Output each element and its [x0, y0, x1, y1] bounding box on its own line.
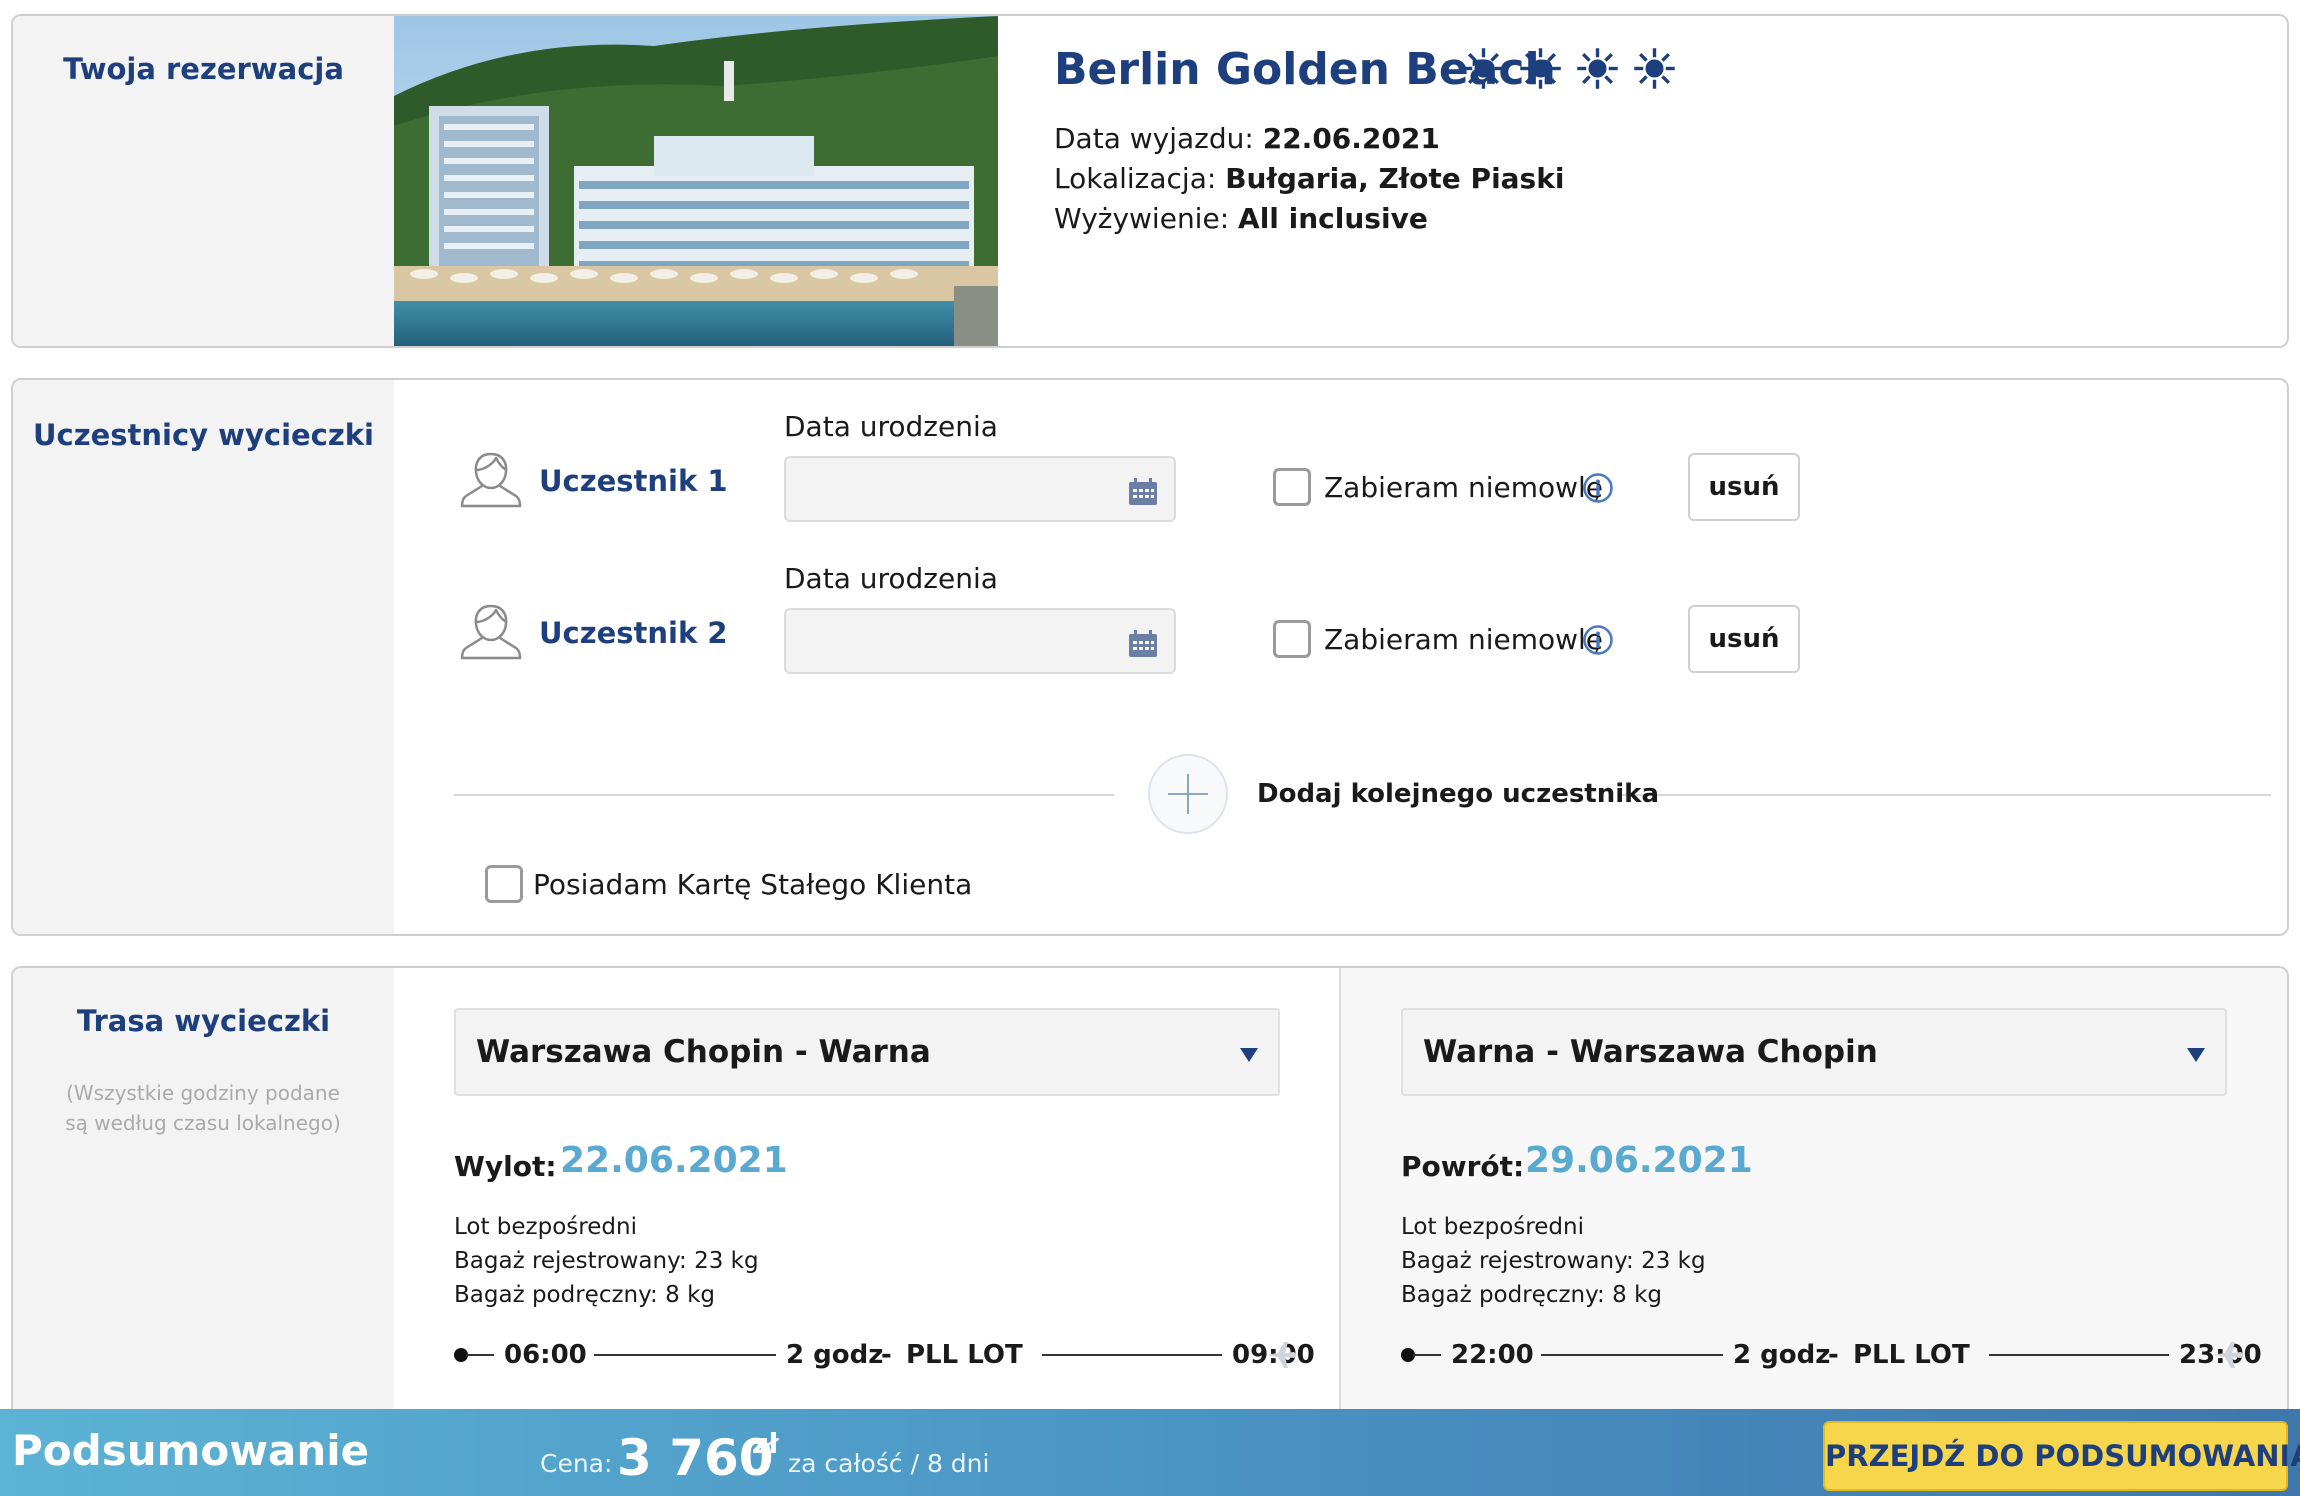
departure-time: 22:00 — [1451, 1340, 1534, 1370]
dob-input[interactable] — [784, 456, 1176, 522]
price-value: 3 760 — [617, 1429, 774, 1487]
flight-type: Lot bezpośredni — [1401, 1214, 1584, 1240]
board-info: Wyżywienie: All inclusive — [1054, 202, 1428, 235]
booking-section-title: Twoja rezerwacja — [63, 52, 344, 86]
sun-icon — [1634, 48, 1675, 89]
add-participant-label[interactable]: Dodaj kolejnego uczestnika — [1257, 779, 1659, 809]
infant-label: Zabieram niemowlę — [1324, 471, 1604, 504]
divider — [454, 794, 1114, 796]
hotel-rating — [1461, 46, 1677, 91]
dob-input[interactable] — [784, 608, 1176, 674]
infant-checkbox[interactable] — [1273, 468, 1311, 506]
departure-date: 22.06.2021 — [1262, 122, 1440, 155]
sun-icon — [1463, 48, 1504, 89]
chevron-down-icon — [2187, 1048, 2205, 1062]
go-to-summary-button[interactable]: PRZEJDŹ DO PODSUMOWANIA — [1823, 1421, 2300, 1491]
hand-baggage: Bagaż podręczny: 8 kg — [1401, 1282, 1662, 1308]
infant-checkbox[interactable] — [1273, 620, 1311, 658]
hand-baggage: Bagaż podręczny: 8 kg — [454, 1282, 715, 1308]
flight-timeline: 06:00 2 godz - PLL LOT 09:00 — [454, 1334, 1315, 1374]
outbound-date: 22.06.2021 — [560, 1140, 788, 1181]
plane-icon — [1266, 1342, 1297, 1368]
participant-row: Uczestnik 2 Data urodzenia Zabieram niem… — [13, 562, 2287, 682]
flight-duration: 2 godz — [1733, 1340, 1831, 1370]
outbound-date-label: Wylot: — [454, 1150, 557, 1183]
dob-label: Data urodzenia — [784, 562, 998, 595]
plus-icon[interactable] — [1150, 756, 1226, 832]
route-section-title: Trasa wycieczki — [76, 1004, 331, 1038]
person-icon — [460, 452, 522, 508]
flight-type: Lot bezpośredni — [454, 1214, 637, 1240]
checked-baggage: Bagaż rejestrowany: 23 kg — [1401, 1248, 1706, 1274]
price-label: Cena: — [540, 1449, 613, 1478]
sun-icon — [1520, 48, 1561, 89]
add-participant-button[interactable] — [1148, 754, 1228, 834]
participant-name: Uczestnik 2 — [539, 616, 728, 650]
return-route-select[interactable]: Warna - Warszawa Chopin — [1401, 1008, 2227, 1096]
price-currency: zł — [752, 1427, 779, 1460]
participant-row: Uczestnik 1 Data urodzenia Zabieram niem… — [13, 410, 2287, 530]
summary-title: Podsumowanie — [12, 1426, 370, 1475]
checked-baggage: Bagaż rejestrowany: 23 kg — [454, 1248, 759, 1274]
divider — [1621, 794, 2271, 796]
outbound-route-select[interactable]: Warszawa Chopin - Warna — [454, 1008, 1280, 1096]
return-date: 29.06.2021 — [1525, 1140, 1753, 1181]
remove-participant-button[interactable]: usuń — [1688, 453, 1800, 521]
price-note: za całość / 8 dni — [788, 1449, 990, 1478]
flight-timeline: 22:00 2 godz - PLL LOT 23:00 — [1401, 1334, 2262, 1374]
loyalty-card-label: Posiadam Kartę Stałego Klienta — [533, 868, 973, 901]
calendar-icon[interactable] — [1128, 478, 1158, 506]
loyalty-card-checkbox[interactable] — [485, 865, 523, 903]
dob-label: Data urodzenia — [784, 410, 998, 443]
flight-duration: 2 godz — [786, 1340, 884, 1370]
plane-icon — [2213, 1342, 2244, 1368]
departure-info: Data wyjazdu: 22.06.2021 — [1054, 122, 1440, 155]
booking-page: Twoja rezerwacja Berlin Golden Beach Dat… — [0, 0, 2300, 1496]
hotel-photo — [394, 16, 998, 346]
route-timezone-note: (Wszystkie godziny podane są według czas… — [65, 1081, 341, 1135]
info-icon[interactable] — [1582, 624, 1614, 656]
location-info: Lokalizacja: Bułgaria, Złote Piaski — [1054, 162, 1565, 195]
chevron-down-icon — [1240, 1048, 1258, 1062]
departure-time: 06:00 — [504, 1340, 587, 1370]
participants-card: Uczestnicy wycieczki Uczestnik 1 Data ur… — [11, 378, 2289, 936]
airline: PLL LOT — [1853, 1340, 1970, 1370]
infant-label: Zabieram niemowlę — [1324, 623, 1604, 656]
board-value: All inclusive — [1238, 202, 1428, 235]
remove-participant-button[interactable]: usuń — [1688, 605, 1800, 673]
airline: PLL LOT — [906, 1340, 1023, 1370]
calendar-icon[interactable] — [1128, 630, 1158, 658]
person-icon — [460, 604, 522, 660]
summary-bar: Podsumowanie Cena: 3 760 zł za całość / … — [0, 1409, 2300, 1496]
participant-name: Uczestnik 1 — [539, 464, 728, 498]
location-value: Bułgaria, Złote Piaski — [1225, 162, 1565, 195]
booking-card: Twoja rezerwacja Berlin Golden Beach Dat… — [11, 14, 2289, 348]
sun-icon — [1577, 48, 1618, 89]
return-date-label: Powrót: — [1401, 1150, 1525, 1183]
info-icon[interactable] — [1582, 472, 1614, 504]
